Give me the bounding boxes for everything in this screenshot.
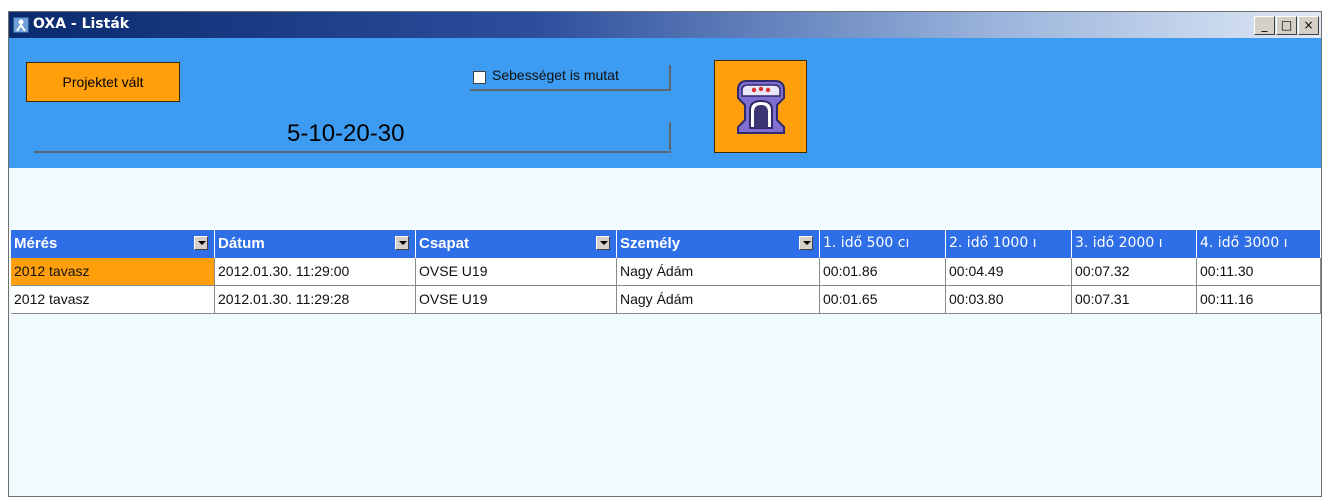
toolbar-panel: Projektet vált Sebességet is mutat 5-10-…	[9, 38, 1321, 168]
range-frame-edge	[669, 122, 671, 150]
checkbox-frame-bottom	[470, 89, 671, 91]
exit-button[interactable]	[714, 60, 807, 153]
table-cell[interactable]: 2012.01.30. 11:29:28	[215, 286, 416, 314]
column-header-label: Mérés	[14, 235, 58, 252]
table-row[interactable]: 2012 tavasz 2012.01.30. 11:29:00 OVSE U1…	[11, 258, 1321, 286]
maximize-button[interactable]: □	[1276, 16, 1297, 35]
speed-checkbox[interactable]	[473, 71, 486, 84]
minimize-button[interactable]: _	[1254, 16, 1275, 35]
grid-header-row: Mérés Dátum Csapat Személy 1. idő 500 cı…	[11, 229, 1321, 258]
table-cell[interactable]: Nagy Ádám	[617, 258, 820, 286]
column-filter-dropdown-icon[interactable]	[799, 236, 813, 250]
column-header-ido-2[interactable]: 2. idő 1000 ı	[946, 230, 1072, 258]
table-cell[interactable]: 00:07.32	[1072, 258, 1197, 286]
speed-checkbox-group[interactable]: Sebességet is mutat	[470, 65, 671, 91]
column-header-label: Csapat	[419, 235, 470, 252]
close-button[interactable]: ×	[1298, 16, 1319, 35]
table-cell[interactable]: 00:03.80	[946, 286, 1072, 314]
column-header-csapat[interactable]: Csapat	[416, 230, 617, 258]
table-cell[interactable]: 00:01.86	[820, 258, 946, 286]
app-icon	[13, 17, 29, 33]
switch-project-button[interactable]: Projektet vált	[26, 62, 180, 102]
distance-range-label: 5-10-20-30	[287, 120, 405, 147]
range-frame-bottom	[34, 151, 671, 153]
column-header-ido-1[interactable]: 1. idő 500 cı	[820, 230, 946, 258]
table-cell[interactable]: 00:07.31	[1072, 286, 1197, 314]
table-cell[interactable]: OVSE U19	[416, 258, 617, 286]
table-cell[interactable]: OVSE U19	[416, 286, 617, 314]
column-header-meres[interactable]: Mérés	[11, 230, 215, 258]
column-header-szemely[interactable]: Személy	[617, 230, 820, 258]
column-filter-dropdown-icon[interactable]	[596, 236, 610, 250]
window-title: OXA - Listák	[33, 16, 130, 32]
door-exit-icon	[737, 80, 785, 134]
column-header-ido-3[interactable]: 3. idő 2000 ı	[1072, 230, 1197, 258]
table-cell[interactable]: Nagy Ádám	[617, 286, 820, 314]
column-header-datum[interactable]: Dátum	[215, 230, 416, 258]
distance-range-display: 5-10-20-30	[34, 120, 671, 160]
speed-checkbox-label[interactable]: Sebességet is mutat	[492, 67, 619, 83]
title-bar[interactable]: OXA - Listák _ □ ×	[9, 12, 1321, 38]
column-header-label: Dátum	[218, 235, 265, 252]
table-cell[interactable]: 2012 tavasz	[11, 286, 215, 314]
table-cell[interactable]: 2012.01.30. 11:29:00	[215, 258, 416, 286]
table-cell[interactable]: 00:04.49	[946, 258, 1072, 286]
table-cell[interactable]: 00:11.30	[1197, 258, 1321, 286]
column-filter-dropdown-icon[interactable]	[194, 236, 208, 250]
table-row[interactable]: 2012 tavasz 2012.01.30. 11:29:28 OVSE U1…	[11, 286, 1321, 314]
main-window: OXA - Listák _ □ × Projektet vált Sebess…	[8, 11, 1322, 497]
table-cell[interactable]: 2012 tavasz	[11, 258, 215, 286]
column-header-label: Személy	[620, 235, 681, 252]
table-cell[interactable]: 00:11.16	[1197, 286, 1321, 314]
column-filter-dropdown-icon[interactable]	[395, 236, 409, 250]
checkbox-frame-edge	[669, 65, 671, 91]
table-cell[interactable]: 00:01.65	[820, 286, 946, 314]
column-header-ido-4[interactable]: 4. idő 3000 ı	[1197, 230, 1321, 258]
